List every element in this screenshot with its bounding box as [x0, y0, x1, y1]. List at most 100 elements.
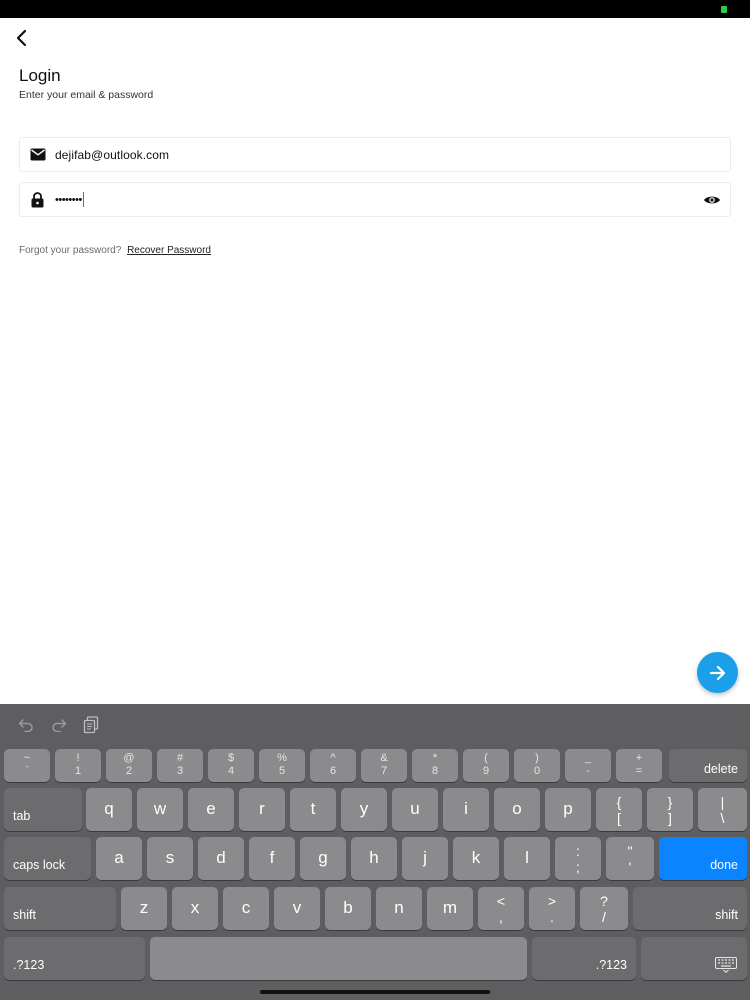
key-m[interactable]: m [427, 887, 473, 930]
recover-password-link[interactable]: Recover Password [127, 245, 211, 256]
key-slash[interactable]: ? / [580, 887, 628, 930]
key-label: z [139, 898, 149, 917]
key-shift-symbol: _ [584, 752, 592, 764]
key-symbol: , [499, 909, 503, 925]
key-0[interactable]: ) 0 [514, 749, 560, 782]
key-1[interactable]: ! 1 [55, 749, 101, 782]
key-equals[interactable]: + = [616, 749, 662, 782]
key-4[interactable]: $4 [208, 749, 254, 782]
key-label: d [216, 848, 226, 867]
key-g[interactable]: g [300, 837, 346, 880]
key-x[interactable]: x [172, 887, 218, 930]
key-minus[interactable]: _ - [565, 749, 611, 782]
key-6[interactable]: ^ 6 [310, 749, 356, 782]
key-label: s [165, 848, 175, 867]
key-l[interactable]: l [504, 837, 550, 880]
key-shift-symbol: $ [227, 752, 235, 764]
key-o[interactable]: o [494, 788, 540, 831]
key-r[interactable]: r [239, 788, 285, 831]
key-symbol: . [550, 909, 554, 925]
email-value: dejifab@outlook.com [55, 147, 170, 162]
key-q[interactable]: q [86, 788, 132, 831]
key-quote[interactable]: " ' [606, 837, 654, 880]
key-shift-symbol: & [380, 752, 388, 764]
key-d[interactable]: d [198, 837, 244, 880]
key-9[interactable]: (9 [463, 749, 509, 782]
key-c[interactable]: c [223, 887, 269, 930]
key-u[interactable]: u [392, 788, 438, 831]
delete-key[interactable]: delete [669, 749, 747, 782]
paste-button[interactable] [80, 714, 102, 736]
email-field[interactable]: dejifab@outlook.com [19, 137, 731, 172]
key-shift-symbol: % [277, 752, 287, 764]
key-t[interactable]: t [290, 788, 336, 831]
shift-left-key[interactable]: shift [4, 887, 116, 930]
key-label: b [343, 898, 353, 917]
key-h[interactable]: h [351, 837, 397, 880]
key-2[interactable]: @2 [106, 749, 152, 782]
key-i[interactable]: i [443, 788, 489, 831]
key-label: n [394, 898, 404, 917]
key-bracket-right[interactable]: }] [647, 788, 693, 831]
chevron-left-icon [16, 29, 27, 47]
symbols-key-label: .?123 [595, 958, 627, 972]
key-semicolon[interactable]: :; [555, 837, 601, 880]
key-symbol: 3 [176, 765, 184, 777]
key-b[interactable]: b [325, 887, 371, 930]
key-7[interactable]: & 7 [361, 749, 407, 782]
key-f[interactable]: f [249, 837, 295, 880]
home-indicator [260, 990, 490, 994]
key-z[interactable]: z [121, 887, 167, 930]
key-symbol: 0 [533, 765, 541, 777]
done-key[interactable]: done [659, 837, 747, 880]
key-n[interactable]: n [376, 887, 422, 930]
dismiss-keyboard-key[interactable] [641, 937, 747, 980]
key-shift-symbol: ! [76, 752, 80, 764]
next-button[interactable] [697, 652, 738, 693]
key-k[interactable]: k [453, 837, 499, 880]
key-label: e [206, 799, 216, 818]
show-password-button[interactable] [700, 188, 724, 212]
shift-right-key[interactable]: shift [633, 887, 747, 930]
key-w[interactable]: w [137, 788, 183, 831]
key-v[interactable]: v [274, 887, 320, 930]
key-y[interactable]: y [341, 788, 387, 831]
key-symbol: ; [576, 859, 580, 875]
key-backslash[interactable]: | \ [698, 788, 747, 831]
symbols-right-key[interactable]: .?123 [532, 937, 636, 980]
text-cursor [82, 192, 85, 207]
undo-icon [18, 719, 33, 732]
space-bar[interactable] [150, 937, 527, 980]
key-e[interactable]: e [188, 788, 234, 831]
key-label: i [464, 799, 468, 818]
tab-key[interactable]: tab [4, 788, 82, 831]
key-comma[interactable]: <, [478, 887, 524, 930]
key-label: r [259, 799, 265, 818]
undo-button[interactable] [15, 714, 37, 736]
symbols-left-key[interactable]: .?123 [4, 937, 145, 980]
key-symbol: 1 [74, 765, 82, 777]
key-shift-symbol: > [547, 893, 557, 909]
key-p[interactable]: p [545, 788, 591, 831]
key-label: p [563, 799, 573, 818]
redo-button[interactable] [48, 714, 70, 736]
back-button[interactable] [10, 26, 34, 50]
key-symbol: ] [668, 810, 672, 826]
caps-lock-key[interactable]: caps lock [4, 837, 91, 880]
key-shift-symbol: ( [484, 752, 488, 764]
key-backtick[interactable]: ~ ` [4, 749, 50, 782]
key-shift-symbol: ) [535, 752, 539, 764]
key-3[interactable]: #3 [157, 749, 203, 782]
key-symbol: = [635, 765, 643, 777]
key-shift-symbol: ^ [330, 752, 336, 764]
key-period[interactable]: >. [529, 887, 575, 930]
password-value: •••••••• [55, 193, 82, 206]
key-5[interactable]: % 5 [259, 749, 305, 782]
key-symbol: \ [720, 810, 725, 826]
key-8[interactable]: * 8 [412, 749, 458, 782]
key-j[interactable]: j [402, 837, 448, 880]
key-bracket-left[interactable]: {[ [596, 788, 642, 831]
key-s[interactable]: s [147, 837, 193, 880]
key-a[interactable]: a [96, 837, 142, 880]
password-field[interactable]: •••••••• [19, 182, 731, 217]
